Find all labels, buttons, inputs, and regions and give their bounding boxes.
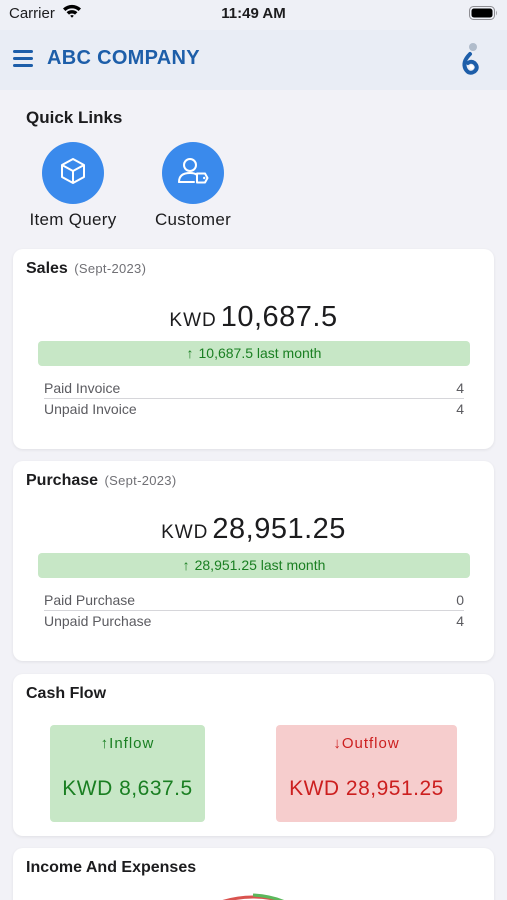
outflow-box[interactable]: ↓Outflow KWD 28,951.25 bbox=[276, 725, 457, 822]
purchase-trend-text: 28,951.25 last month bbox=[194, 557, 326, 573]
quick-links-title: Quick Links bbox=[26, 108, 123, 127]
purchase-title: Purchase (Sept-2023) bbox=[26, 472, 176, 490]
paid-purchase-value: 0 bbox=[456, 592, 464, 608]
cash-flow-card[interactable]: Cash Flow ↑Inflow KWD 8,637.5 ↓Outflow K… bbox=[13, 674, 494, 836]
menu-icon[interactable] bbox=[13, 50, 35, 68]
sales-card[interactable]: Sales (Sept-2023) KWD 10,687.5 ↑ 10,687.5 … bbox=[13, 249, 494, 449]
outflow-amount: KWD 28,951.25 bbox=[289, 777, 444, 800]
arrow-up-icon: ↑ bbox=[182, 557, 190, 573]
sales-row-unpaid: Unpaid Invoice 4 bbox=[44, 401, 464, 417]
battery-icon bbox=[469, 6, 498, 24]
brand-logo-icon bbox=[459, 42, 481, 83]
sales-period: (Sept-2023) bbox=[74, 261, 147, 276]
quick-link-item-query[interactable]: Item Query bbox=[18, 142, 128, 230]
paid-invoice-value: 4 bbox=[456, 380, 464, 396]
arrow-up-icon: ↑ bbox=[186, 345, 194, 361]
sales-trend-text: 10,687.5 last month bbox=[198, 345, 322, 361]
user-tag-icon bbox=[176, 155, 210, 192]
purchase-currency: KWD bbox=[161, 522, 209, 543]
customer-label: Customer bbox=[154, 210, 232, 229]
company-title: ABC COMPANY bbox=[47, 47, 200, 69]
item-query-label: Item Query bbox=[29, 210, 117, 229]
outflow-label-text: Outflow bbox=[341, 735, 400, 752]
cube-icon bbox=[57, 155, 89, 192]
dashboard-content[interactable]: Quick Links Item Query Customer Sales (S… bbox=[0, 90, 507, 900]
purchase-row-paid: Paid Purchase 0 bbox=[44, 592, 464, 608]
sales-title: Sales (Sept-2023) bbox=[26, 260, 146, 278]
divider bbox=[44, 610, 464, 611]
unpaid-purchase-label: Unpaid Purchase bbox=[44, 613, 152, 629]
status-time: 11:49 AM bbox=[221, 5, 286, 22]
inflow-label-text: Inflow bbox=[109, 735, 155, 752]
income-expenses-title: Income And Expenses bbox=[26, 859, 197, 876]
outflow-label: ↓Outflow bbox=[276, 735, 457, 752]
status-bar: Carrier 11:49 AM bbox=[0, 0, 507, 30]
sales-amount-value: 10,687.5 bbox=[220, 301, 338, 333]
purchase-row-unpaid: Unpaid Purchase 4 bbox=[44, 613, 464, 629]
inflow-arrow-icon: ↑ bbox=[100, 735, 110, 752]
sales-trend-badge: ↑ 10,687.5 last month bbox=[38, 341, 470, 366]
sales-title-text: Sales bbox=[26, 260, 68, 277]
purchase-title-text: Purchase bbox=[26, 472, 99, 489]
inflow-amount: KWD 8,637.5 bbox=[62, 777, 193, 800]
paid-purchase-label: Paid Purchase bbox=[44, 592, 136, 608]
purchase-trend-badge: ↑ 28,951.25 last month bbox=[38, 553, 470, 578]
income-expenses-chart-edge bbox=[222, 893, 285, 900]
unpaid-invoice-value: 4 bbox=[456, 401, 464, 417]
inflow-box[interactable]: ↑Inflow KWD 8,637.5 bbox=[50, 725, 205, 822]
purchase-card[interactable]: Purchase (Sept-2023) KWD 28,951.25 ↑ 28,95… bbox=[13, 461, 494, 661]
divider bbox=[44, 398, 464, 399]
cash-flow-title: Cash Flow bbox=[26, 685, 107, 702]
purchase-amount: KWD 28,951.25 bbox=[13, 513, 494, 546]
unpaid-invoice-label: Unpaid Invoice bbox=[44, 401, 137, 417]
sales-row-paid: Paid Invoice 4 bbox=[44, 380, 464, 396]
income-expenses-card[interactable]: Income And Expenses bbox=[13, 848, 494, 900]
paid-invoice-label: Paid Invoice bbox=[44, 380, 121, 396]
sales-amount: KWD 10,687.5 bbox=[13, 301, 494, 334]
quick-link-customer[interactable]: Customer bbox=[138, 142, 248, 230]
purchase-period: (Sept-2023) bbox=[104, 473, 177, 488]
purchase-amount-value: 28,951.25 bbox=[212, 513, 346, 545]
unpaid-purchase-value: 4 bbox=[456, 613, 464, 629]
outflow-arrow-icon: ↓ bbox=[333, 735, 342, 752]
nav-bar: ABC COMPANY bbox=[0, 30, 507, 90]
inflow-label: ↑Inflow bbox=[50, 735, 205, 752]
sales-currency: KWD bbox=[169, 310, 217, 331]
